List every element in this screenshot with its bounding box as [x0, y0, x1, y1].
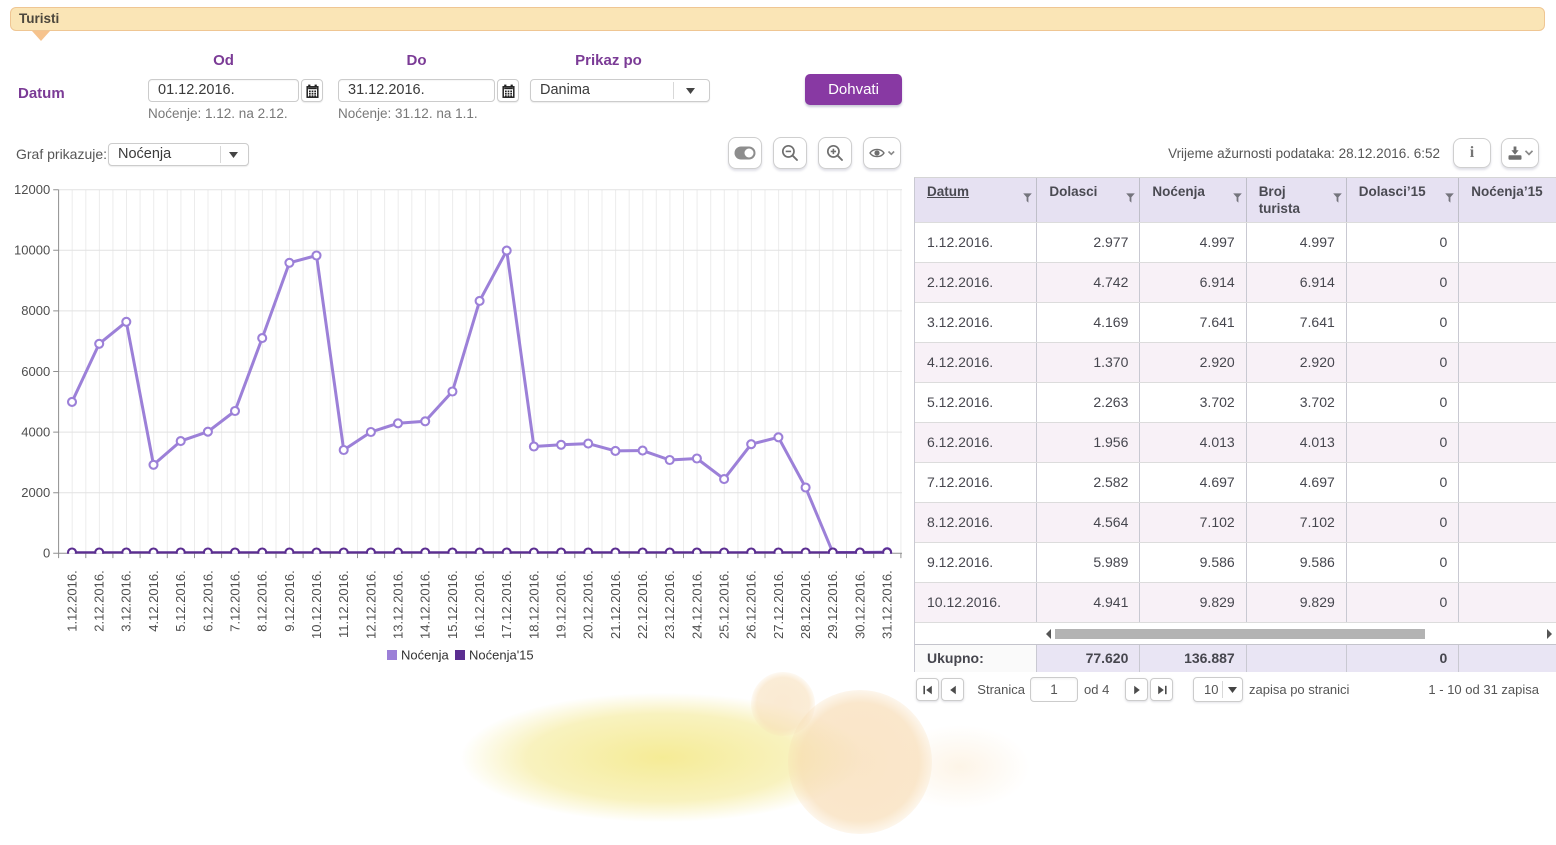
svg-text:31.12.2016.: 31.12.2016.	[880, 570, 895, 639]
svg-text:4.12.2016.: 4.12.2016.	[146, 570, 161, 631]
svg-text:8000: 8000	[21, 303, 50, 318]
svg-text:10000: 10000	[14, 243, 50, 258]
svg-text:Noćenja'15: Noćenja'15	[469, 648, 534, 663]
svg-text:14.12.2016.: 14.12.2016.	[418, 570, 433, 639]
svg-text:30.12.2016.: 30.12.2016.	[852, 570, 867, 639]
svg-text:27.12.2016.: 27.12.2016.	[771, 570, 786, 639]
svg-text:10.12.2016.: 10.12.2016.	[309, 570, 324, 639]
svg-text:7.12.2016.: 7.12.2016.	[227, 570, 242, 631]
svg-text:9.12.2016.: 9.12.2016.	[282, 570, 297, 631]
svg-text:15.12.2016.: 15.12.2016.	[445, 570, 460, 639]
svg-text:2000: 2000	[21, 485, 50, 500]
svg-text:21.12.2016.: 21.12.2016.	[608, 570, 623, 639]
svg-text:6000: 6000	[21, 364, 50, 379]
svg-text:12.12.2016.: 12.12.2016.	[363, 570, 378, 639]
svg-text:28.12.2016.: 28.12.2016.	[798, 570, 813, 639]
svg-text:17.12.2016.: 17.12.2016.	[499, 570, 514, 639]
svg-text:11.12.2016.: 11.12.2016.	[336, 570, 351, 638]
svg-text:20.12.2016.: 20.12.2016.	[581, 570, 596, 639]
svg-text:1.12.2016.: 1.12.2016.	[64, 570, 79, 631]
svg-text:23.12.2016.: 23.12.2016.	[662, 570, 677, 639]
svg-text:12000: 12000	[14, 182, 50, 197]
svg-text:16.12.2016.: 16.12.2016.	[472, 570, 487, 639]
svg-text:25.12.2016.: 25.12.2016.	[717, 570, 732, 639]
svg-text:29.12.2016.: 29.12.2016.	[825, 570, 840, 639]
svg-text:0: 0	[43, 546, 50, 561]
svg-text:6.12.2016.: 6.12.2016.	[200, 570, 215, 631]
svg-text:3.12.2016.: 3.12.2016.	[119, 570, 134, 631]
svg-text:8.12.2016.: 8.12.2016.	[255, 570, 270, 631]
svg-text:4000: 4000	[21, 424, 50, 439]
svg-text:22.12.2016.: 22.12.2016.	[635, 570, 650, 639]
svg-text:26.12.2016.: 26.12.2016.	[744, 570, 759, 639]
svg-text:19.12.2016.: 19.12.2016.	[554, 570, 569, 639]
svg-text:18.12.2016.: 18.12.2016.	[526, 570, 541, 639]
svg-text:Noćenja: Noćenja	[401, 648, 449, 663]
svg-text:5.12.2016.: 5.12.2016.	[173, 570, 188, 631]
svg-text:13.12.2016.: 13.12.2016.	[390, 570, 405, 639]
svg-text:24.12.2016.: 24.12.2016.	[689, 570, 704, 639]
svg-text:2.12.2016.: 2.12.2016.	[92, 570, 107, 631]
